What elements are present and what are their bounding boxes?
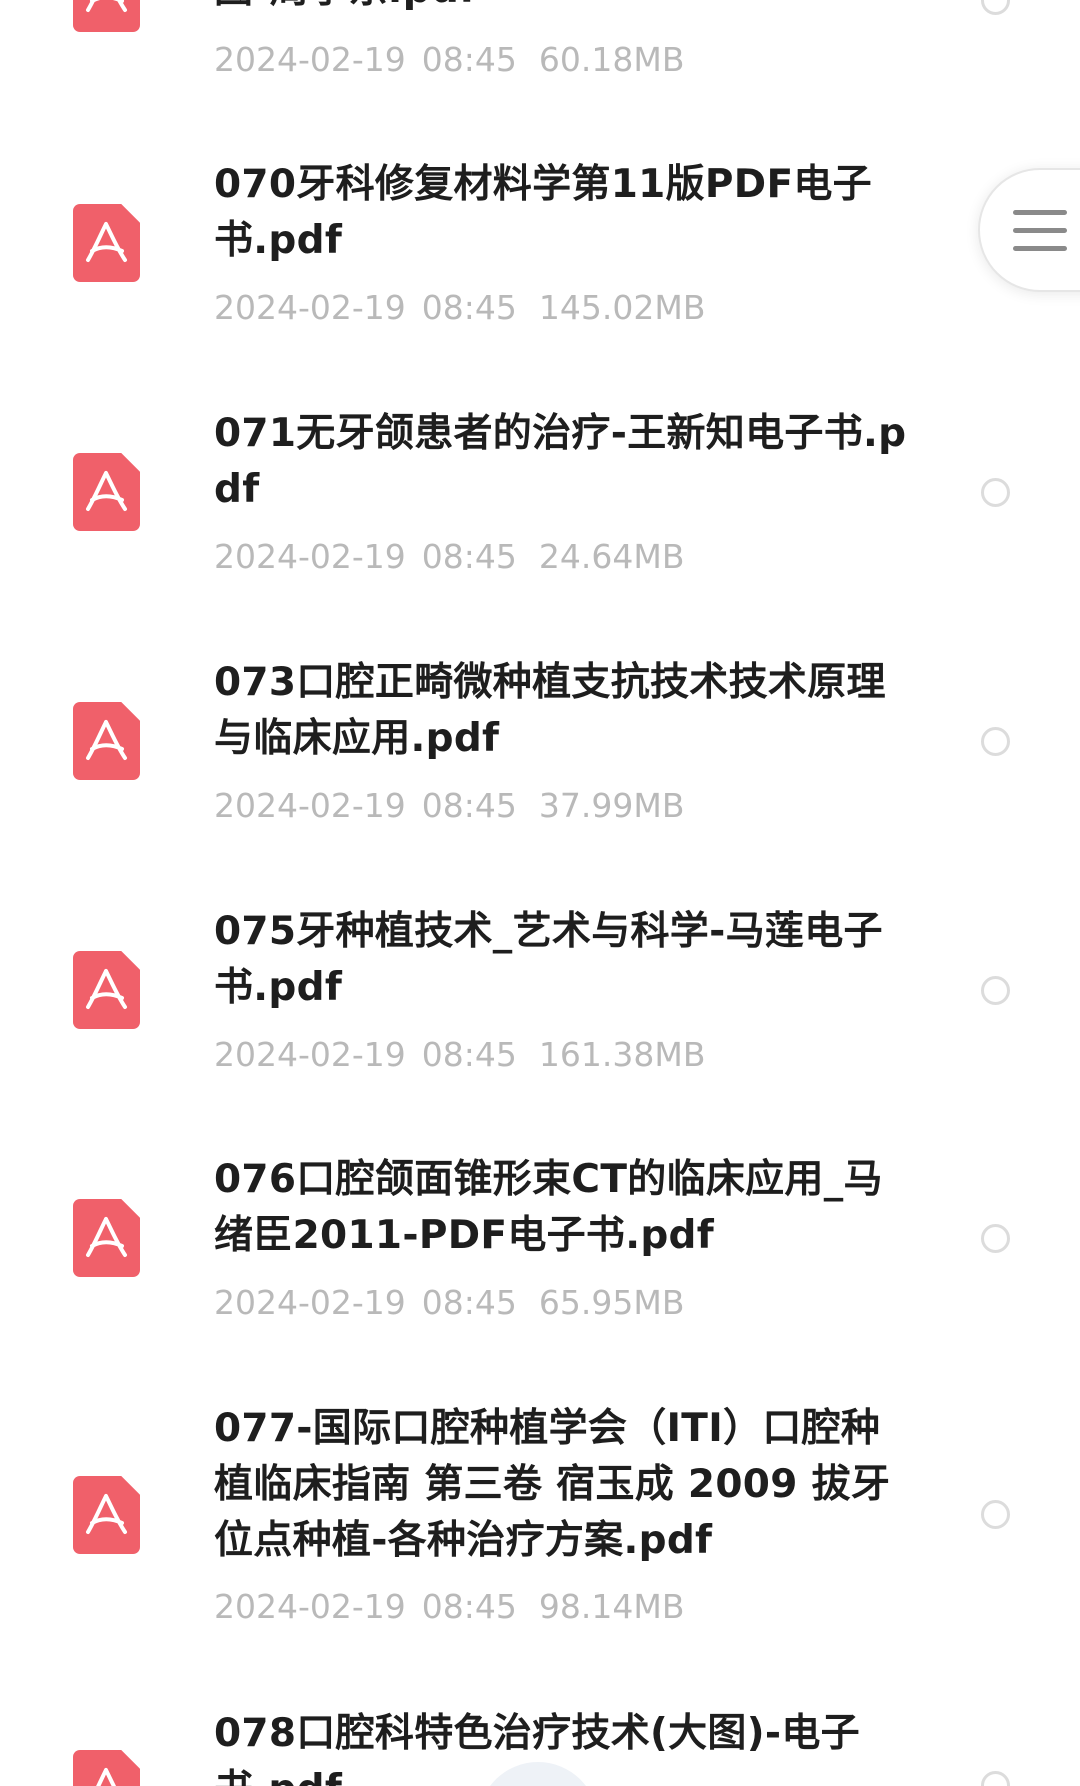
file-time: 08:45	[421, 537, 517, 576]
file-date: 2024-02-19	[214, 1283, 406, 1322]
file-name: 073口腔正畸微种植支抗技术技术原理与临床应用.pdf	[214, 660, 886, 761]
file-time: 08:45	[421, 786, 517, 825]
pdf-file-icon	[73, 204, 140, 282]
pdf-file-icon	[73, 1199, 140, 1277]
select-radio[interactable]	[981, 1500, 1010, 1529]
file-size: 37.99MB	[538, 786, 685, 825]
file-name: 077-国际口腔种植学会（ITI）口腔种植临床指南 第三卷 宿玉成 2009 拔…	[214, 1406, 891, 1563]
select-radio[interactable]	[981, 976, 1010, 1005]
file-meta: 2024-02-19 08:45 60.18MB	[214, 40, 684, 80]
select-radio[interactable]	[981, 1771, 1010, 1786]
file-size: 98.14MB	[538, 1587, 685, 1626]
pdf-file-icon	[73, 1476, 140, 1554]
file-date: 2024-02-19	[214, 40, 406, 79]
file-list-screen: 图-周学东.pdf 2024-02-19 08:45 60.18MB 070牙科修复…	[0, 0, 1080, 1786]
pdf-file-icon	[73, 951, 140, 1029]
file-size: 24.64MB	[538, 537, 685, 576]
file-meta: 2024-02-19 08:45 161.38MB	[214, 1035, 705, 1075]
file-time: 08:45	[421, 288, 517, 327]
select-radio[interactable]	[981, 727, 1010, 756]
file-name: 071无牙颌患者的治疗-王新知电子书.pdf	[214, 411, 907, 512]
file-date: 2024-02-19	[214, 537, 406, 576]
file-name: 076口腔颌面锥形束CT的临床应用_马绪臣2011-PDF电子书.pdf	[214, 1157, 883, 1258]
file-size: 145.02MB	[538, 288, 706, 327]
file-size: 65.95MB	[538, 1283, 685, 1322]
file-meta: 2024-02-19 08:45 98.14MB	[214, 1587, 684, 1627]
select-radio[interactable]	[981, 0, 1010, 15]
file-meta: 2024-02-19 08:45 145.02MB	[214, 288, 705, 328]
select-radio[interactable]	[981, 478, 1010, 507]
select-radio[interactable]	[981, 1224, 1010, 1253]
file-name: 075牙种植技术_艺术与科学-马莲电子书.pdf	[214, 909, 883, 1010]
pdf-file-icon	[73, 1750, 140, 1786]
file-name: 070牙科修复材料学第11版PDF电子书.pdf	[214, 162, 872, 263]
file-name: 图-周学东.pdf	[214, 0, 914, 18]
pdf-file-icon	[73, 702, 140, 780]
pdf-file-icon	[73, 453, 140, 531]
pdf-file-icon	[73, 0, 140, 32]
file-date: 2024-02-19	[214, 1035, 406, 1074]
file-time: 08:45	[421, 1035, 517, 1074]
file-time: 08:45	[421, 1283, 517, 1322]
file-meta: 2024-02-19 08:45 37.99MB	[214, 786, 684, 826]
floating-menu-button[interactable]	[978, 168, 1080, 292]
file-meta: 2024-02-19 08:45 24.64MB	[214, 537, 684, 577]
file-meta: 2024-02-19 08:45 65.95MB	[214, 1283, 684, 1323]
file-size: 60.18MB	[538, 40, 685, 79]
file-time: 08:45	[421, 40, 517, 79]
file-time: 08:45	[421, 1587, 517, 1626]
file-date: 2024-02-19	[214, 786, 406, 825]
file-date: 2024-02-19	[214, 288, 406, 327]
file-size: 161.38MB	[538, 1035, 706, 1074]
file-date: 2024-02-19	[214, 1587, 406, 1626]
